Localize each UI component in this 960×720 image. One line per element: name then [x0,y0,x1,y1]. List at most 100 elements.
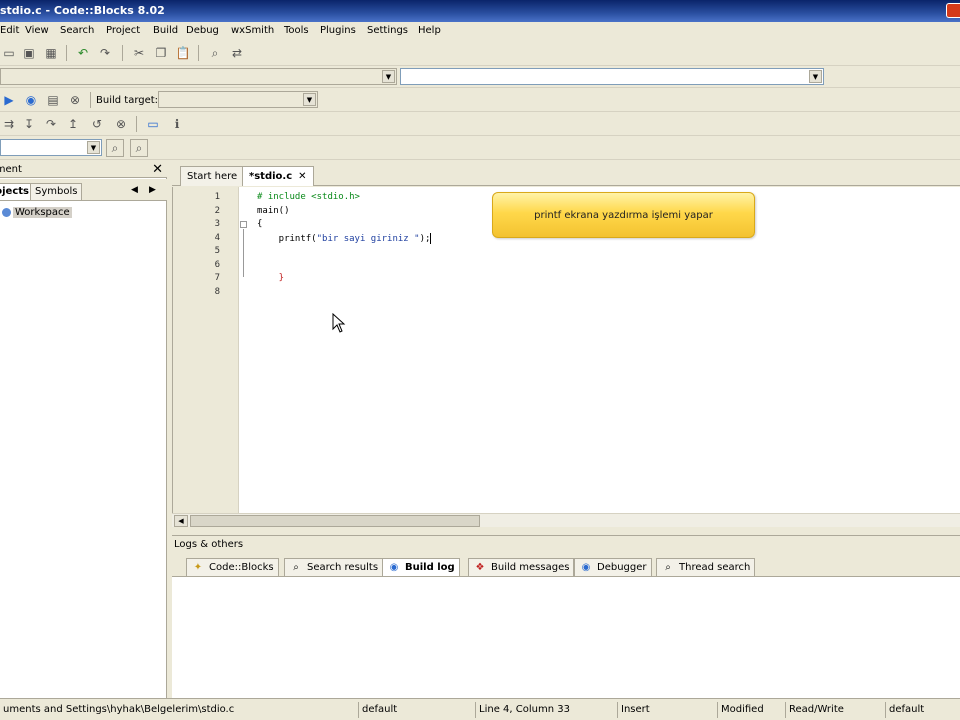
menu-plugins[interactable]: Plugins [320,25,356,36]
annotation-tooltip: printf ekrana yazdırma işlemi yapar [492,192,755,238]
status-profile: default [885,702,960,718]
chevron-down-icon: ▼ [382,70,395,83]
tab-codeblocks-log[interactable]: ✦ Code::Blocks [186,558,279,576]
tab-label: Debugger [597,562,647,573]
step-over-icon[interactable]: ↷ [42,115,60,133]
stop-debugger-icon[interactable]: ⊗ [112,115,130,133]
workspace-tree-item[interactable]: Workspace [0,205,72,219]
search-icon[interactable]: ⌕ [130,139,148,157]
management-title: Management [0,164,22,175]
tab-label: Build log [405,562,455,573]
menu-debug[interactable]: Debug [186,25,219,36]
code-token: printf( [257,234,317,244]
tab-label: Thread search [679,562,751,573]
toolbar-separator [136,116,137,132]
step-out-icon[interactable]: ↥ [64,115,82,133]
tab-projects[interactable]: Projects [0,183,35,200]
find-icon[interactable]: ⌕ [206,44,224,62]
build-run-icon[interactable]: ▤ [44,91,62,109]
copy-icon[interactable]: ❐ [152,44,170,62]
abort-icon[interactable]: ⊗ [66,91,84,109]
run-icon[interactable]: ◉ [22,91,40,109]
toolbar-separator [198,45,199,61]
editor-horizontal-scrollbar[interactable]: ◀ [172,513,960,527]
step-into-icon[interactable]: ↧ [20,115,38,133]
scope-combo[interactable]: ▼ [0,68,397,85]
save-icon[interactable]: ▣ [20,44,38,62]
menu-search[interactable]: Search [60,25,94,36]
fold-marker-icon[interactable] [240,221,247,228]
debugger-icon: ◉ [581,562,591,573]
tab-label: Build messages [491,562,570,573]
menu-tools[interactable]: Tools [284,25,309,36]
info-icon[interactable]: ℹ [168,115,186,133]
build-log-icon: ◉ [389,562,399,573]
chevron-right-icon[interactable]: ▶ [149,185,156,195]
menu-help[interactable]: Help [418,25,441,36]
cut-icon[interactable]: ✂ [130,44,148,62]
close-icon[interactable]: ✕ [298,171,306,182]
menu-edit[interactable]: Edit [0,25,19,36]
debug-windows-icon[interactable]: ▭ [144,115,162,133]
tab-label: Search results [307,562,379,573]
tab-thread-search[interactable]: ⌕ Thread search [656,558,756,576]
tab-build-messages[interactable]: ❖ Build messages [468,558,575,576]
status-insert-mode: Insert [617,702,717,718]
close-icon[interactable]: ✕ [152,162,163,177]
replace-icon[interactable]: ⇄ [228,44,246,62]
thread-search-icon: ⌕ [665,562,671,573]
close-window-button[interactable] [946,3,960,18]
function-combo[interactable]: ▼ [400,68,824,85]
tab-stdio-c[interactable]: *stdio.c ✕ [242,166,314,186]
new-file-icon[interactable]: ▭ [0,44,18,62]
code-line-1: # include <stdio.h> [257,192,360,202]
menu-wxsmith[interactable]: wxSmith [231,25,274,36]
build-icon[interactable]: ▶ [0,91,18,109]
run-to-cursor-icon[interactable]: ↺ [88,115,106,133]
chevron-down-icon: ▼ [87,141,100,154]
build-target-combo[interactable]: ▼ [158,91,318,108]
status-modified: Modified [717,702,785,718]
line-number: 2 [214,206,220,216]
scroll-left-icon[interactable]: ◀ [174,515,188,527]
search-go-icon[interactable]: ⌕ [106,139,124,157]
code-line-4: printf("bir sayi giriniz "); [257,233,432,244]
logs-panel: Logs & others ✦ Code::Blocks ⌕ Search resu… [172,535,960,699]
toolbar-separator [66,45,67,61]
line-number: 4 [214,233,220,243]
toolbar-separator [122,45,123,61]
code-string: "bir sayi giriniz " [316,234,420,244]
redo-icon[interactable]: ↷ [96,44,114,62]
status-encoding: default [358,702,475,718]
scrollbar-thumb[interactable] [190,515,480,527]
debug-continue-icon[interactable]: ⇉ [0,115,18,133]
search-icon: ⌕ [293,562,299,573]
save-all-icon[interactable]: ▦ [42,44,60,62]
title-bar: stdio.c - Code::Blocks 8.02 [0,0,960,22]
line-number: 7 [214,273,220,283]
window-title: stdio.c - Code::Blocks 8.02 [0,4,165,17]
line-number: 8 [214,287,220,297]
menu-build[interactable]: Build [153,25,178,36]
menu-settings[interactable]: Settings [367,25,408,36]
editor-tabs: Start here *stdio.c ✕ [172,162,960,186]
paste-icon[interactable]: 📋 [174,44,192,62]
tab-start-here[interactable]: Start here [180,166,245,186]
tab-debugger[interactable]: ◉ Debugger [574,558,652,576]
menu-view[interactable]: View [25,25,49,36]
chevron-left-icon[interactable]: ◀ [131,185,138,195]
build-target-label: Build target: [96,95,159,106]
log-output-area[interactable] [172,576,960,699]
undo-icon[interactable]: ↶ [74,44,92,62]
code-line-7: } [257,273,285,283]
compiler-toolbar: ▶ ◉ ▤ ⊗ Build target: ▼ [0,88,960,112]
tab-search-results[interactable]: ⌕ Search results [284,558,384,576]
search-input[interactable]: ▼ [0,139,102,156]
status-cursor-position: Line 4, Column 33 [475,702,617,718]
tab-symbols[interactable]: Symbols [30,183,83,200]
build-messages-icon: ❖ [475,562,485,573]
tab-build-log[interactable]: ◉ Build log [382,558,460,576]
menu-project[interactable]: Project [106,25,140,36]
management-tabs: Projects Symbols ◀ ▶ [0,179,167,201]
line-number: 6 [214,260,220,270]
